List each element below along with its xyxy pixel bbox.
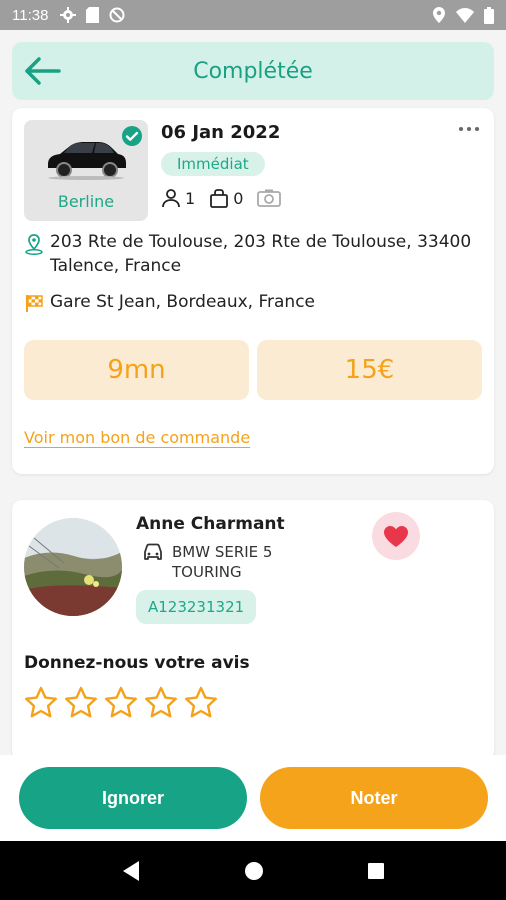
gear-icon — [60, 7, 77, 23]
passenger-count: 1 — [185, 188, 196, 208]
nav-home-icon[interactable] — [244, 861, 264, 881]
destination-address-row: Gare St Jean, Bordeaux, France — [24, 290, 315, 320]
luggage-count: 0 — [233, 188, 244, 208]
driver-vehicle-row: BMW SERIE 5 TOURING — [142, 542, 302, 582]
more-dot-icon — [467, 127, 471, 131]
favorite-button[interactable] — [372, 512, 420, 560]
star-3-icon[interactable] — [104, 686, 138, 718]
more-dot-icon — [475, 127, 479, 131]
pickup-address: 203 Rte de Toulouse, 203 Rte de Toulouse… — [50, 232, 472, 276]
person-icon — [162, 189, 180, 208]
destination-address: Gare St Jean, Bordeaux, France — [50, 292, 315, 312]
system-nav-bar — [0, 841, 506, 900]
battery-icon — [484, 6, 494, 24]
sd-card-icon — [86, 7, 100, 23]
page-header: Complétée — [12, 42, 494, 100]
nav-back-icon[interactable] — [121, 860, 141, 882]
trip-price: 15€ — [257, 340, 482, 400]
ignore-button[interactable]: Ignorer — [19, 767, 247, 829]
car-image — [48, 142, 126, 180]
camera-icon — [257, 189, 282, 207]
more-options-button[interactable] — [454, 122, 484, 136]
location-icon — [433, 7, 445, 23]
more-dot-icon — [459, 127, 463, 131]
trip-duration: 9mn — [24, 340, 249, 400]
star-5-icon[interactable] — [184, 686, 218, 718]
status-bar: 11:38 — [0, 0, 506, 30]
booking-mode-badge: Immédiat — [161, 152, 265, 176]
driver-avatar — [24, 518, 122, 616]
back-button[interactable] — [22, 54, 62, 88]
license-plate-badge: A123231321 — [136, 590, 257, 624]
arrow-left-icon — [25, 57, 61, 85]
star-rating[interactable] — [24, 686, 218, 718]
status-time: 11:38 — [12, 6, 49, 24]
nav-recents-icon[interactable] — [367, 862, 385, 880]
vehicle-type-label: Berline — [57, 192, 115, 211]
pickup-pin-icon — [25, 234, 43, 255]
star-2-icon[interactable] — [64, 686, 98, 718]
vehicle-type-tile: Berline — [24, 120, 148, 221]
heart-icon — [384, 525, 408, 547]
driver-name: Anne Charmant — [136, 514, 285, 534]
review-prompt: Donnez-nous votre avis — [24, 653, 250, 673]
rate-button[interactable]: Noter — [260, 767, 488, 829]
trip-card: Berline 06 Jan 2022 Immédiat 1 0 203 Rte… — [12, 108, 494, 474]
bag-icon — [210, 189, 229, 208]
star-4-icon[interactable] — [144, 686, 178, 718]
star-1-icon[interactable] — [24, 686, 58, 718]
view-order-link[interactable]: Voir mon bon de commande — [24, 428, 250, 447]
action-bar: Ignorer Noter — [0, 755, 506, 841]
trip-counts: 1 0 — [161, 188, 282, 208]
driver-vehicle-model: BMW SERIE 5 TOURING — [172, 543, 273, 581]
wifi-icon — [456, 7, 474, 23]
driver-card: Anne Charmant BMW SERIE 5 TOURING A12323… — [12, 500, 494, 760]
checkered-flag-icon — [26, 295, 43, 312]
car-icon — [144, 543, 162, 560]
pickup-address-row: 203 Rte de Toulouse, 203 Rte de Toulouse… — [24, 230, 484, 278]
trip-date: 06 Jan 2022 — [161, 122, 281, 143]
block-icon — [109, 7, 125, 23]
page-title: Complétée — [193, 58, 313, 84]
